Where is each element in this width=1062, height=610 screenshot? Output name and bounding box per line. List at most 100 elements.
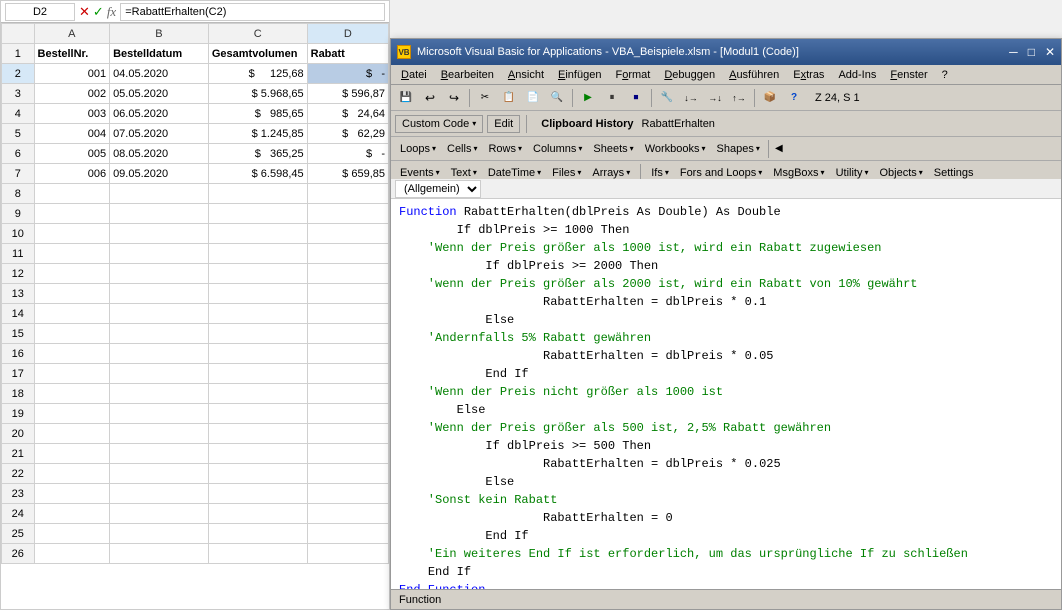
row-num-14[interactable]: 14 xyxy=(2,304,35,324)
toolbar-cut-btn[interactable]: ✂ xyxy=(474,88,496,108)
cell-d16[interactable] xyxy=(307,344,388,364)
row-num-2[interactable]: 2 xyxy=(2,64,35,84)
toolbar-debug-btn[interactable]: 🔧 xyxy=(656,88,678,108)
confirm-icon[interactable]: ✓ xyxy=(93,4,104,20)
cell-c17[interactable] xyxy=(208,364,307,384)
menu-fenster[interactable]: Fenster xyxy=(884,68,933,82)
cell-c18[interactable] xyxy=(208,384,307,404)
col-header-a[interactable]: A xyxy=(34,24,110,44)
cell-a26[interactable] xyxy=(34,544,110,564)
cell-a11[interactable] xyxy=(34,244,110,264)
cell-a9[interactable] xyxy=(34,204,110,224)
cell-c2[interactable]: $ 125,68 xyxy=(208,64,307,84)
cell-a7[interactable]: 006 xyxy=(34,164,110,184)
cell-c19[interactable] xyxy=(208,404,307,424)
cell-b3[interactable]: 05.05.2020 xyxy=(110,84,209,104)
cell-c25[interactable] xyxy=(208,524,307,544)
toolbar-save-btn[interactable]: 💾 xyxy=(395,88,417,108)
menu-addins[interactable]: Add-Ins xyxy=(832,68,882,82)
cell-b22[interactable] xyxy=(110,464,209,484)
cell-a22[interactable] xyxy=(34,464,110,484)
cell-b12[interactable] xyxy=(110,264,209,284)
cell-d11[interactable] xyxy=(307,244,388,264)
formula-input[interactable]: =RabattErhalten(C2) xyxy=(120,3,385,21)
row-num-17[interactable]: 17 xyxy=(2,364,35,384)
cell-b16[interactable] xyxy=(110,344,209,364)
maximize-icon[interactable]: □ xyxy=(1028,45,1035,59)
cancel-icon[interactable]: ✕ xyxy=(79,4,90,20)
cell-a13[interactable] xyxy=(34,284,110,304)
col-header-b[interactable]: B xyxy=(110,24,209,44)
cell-b20[interactable] xyxy=(110,424,209,444)
sheets-dropdown[interactable]: Sheets▾ xyxy=(588,141,638,157)
toolbar-redo-btn[interactable]: ↪ xyxy=(443,88,465,108)
vba-code-area[interactable]: (Allgemein) Function RabattErhalten(dblP… xyxy=(391,179,1061,589)
toolbar-copy-btn[interactable]: 📋 xyxy=(498,88,520,108)
cell-d22[interactable] xyxy=(307,464,388,484)
cell-d24[interactable] xyxy=(307,504,388,524)
cell-c7[interactable]: $ 6.598,45 xyxy=(208,164,307,184)
cell-c6[interactable]: $ 365,25 xyxy=(208,144,307,164)
cell-a21[interactable] xyxy=(34,444,110,464)
cell-d3[interactable]: $ 596,87 xyxy=(307,84,388,104)
cell-d13[interactable] xyxy=(307,284,388,304)
cell-c12[interactable] xyxy=(208,264,307,284)
row-num-8[interactable]: 8 xyxy=(2,184,35,204)
cell-d15[interactable] xyxy=(307,324,388,344)
loops-dropdown[interactable]: Loops▾ xyxy=(395,141,441,157)
cell-c21[interactable] xyxy=(208,444,307,464)
col-header-d[interactable]: D xyxy=(307,24,388,44)
toolbar-step-out-btn[interactable]: ↑→ xyxy=(728,88,750,108)
cell-d14[interactable] xyxy=(307,304,388,324)
cell-b11[interactable] xyxy=(110,244,209,264)
cell-b7[interactable]: 09.05.2020 xyxy=(110,164,209,184)
cell-b8[interactable] xyxy=(110,184,209,204)
cell-c22[interactable] xyxy=(208,464,307,484)
edit-button[interactable]: Edit xyxy=(487,115,520,133)
cell-a15[interactable] xyxy=(34,324,110,344)
cell-c13[interactable] xyxy=(208,284,307,304)
cell-c11[interactable] xyxy=(208,244,307,264)
row-num-3[interactable]: 3 xyxy=(2,84,35,104)
cell-b17[interactable] xyxy=(110,364,209,384)
cell-b24[interactable] xyxy=(110,504,209,524)
cell-b4[interactable]: 06.05.2020 xyxy=(110,104,209,124)
cell-a14[interactable] xyxy=(34,304,110,324)
toolbar-stop-btn[interactable]: ⏹ xyxy=(625,88,647,108)
cell-d17[interactable] xyxy=(307,364,388,384)
cell-d12[interactable] xyxy=(307,264,388,284)
menu-bearbeiten[interactable]: Bearbeiten xyxy=(435,68,500,82)
custom-code-button[interactable]: Custom Code ▾ xyxy=(395,115,483,133)
cell-c1[interactable]: Gesamtvolumen xyxy=(208,44,307,64)
cell-c23[interactable] xyxy=(208,484,307,504)
cell-d10[interactable] xyxy=(307,224,388,244)
cell-c20[interactable] xyxy=(208,424,307,444)
cell-d21[interactable] xyxy=(307,444,388,464)
toolbar-pause-btn[interactable]: ⏸ xyxy=(601,88,623,108)
row-num-16[interactable]: 16 xyxy=(2,344,35,364)
shapes-dropdown[interactable]: Shapes▾ xyxy=(712,141,765,157)
row-num-20[interactable]: 20 xyxy=(2,424,35,444)
toolbar-paste-btn[interactable]: 📄 xyxy=(522,88,544,108)
toolbar-run-btn[interactable]: ▶ xyxy=(577,88,599,108)
cell-a2[interactable]: 001 xyxy=(34,64,110,84)
cell-a10[interactable] xyxy=(34,224,110,244)
cell-a4[interactable]: 003 xyxy=(34,104,110,124)
row-num-15[interactable]: 15 xyxy=(2,324,35,344)
cell-d2[interactable]: $ - xyxy=(307,64,388,84)
close-icon[interactable]: ✕ xyxy=(1045,45,1055,59)
row-num-5[interactable]: 5 xyxy=(2,124,35,144)
row-num-22[interactable]: 22 xyxy=(2,464,35,484)
cell-a19[interactable] xyxy=(34,404,110,424)
cell-d25[interactable] xyxy=(307,524,388,544)
row-num-24[interactable]: 24 xyxy=(2,504,35,524)
cell-a1[interactable]: BestellNr. xyxy=(34,44,110,64)
cell-b21[interactable] xyxy=(110,444,209,464)
workbooks-dropdown[interactable]: Workbooks▾ xyxy=(640,141,711,157)
cell-b9[interactable] xyxy=(110,204,209,224)
cell-b18[interactable] xyxy=(110,384,209,404)
toolbar-step-over-btn[interactable]: →↓ xyxy=(704,88,726,108)
cell-a20[interactable] xyxy=(34,424,110,444)
cell-b23[interactable] xyxy=(110,484,209,504)
row-num-21[interactable]: 21 xyxy=(2,444,35,464)
